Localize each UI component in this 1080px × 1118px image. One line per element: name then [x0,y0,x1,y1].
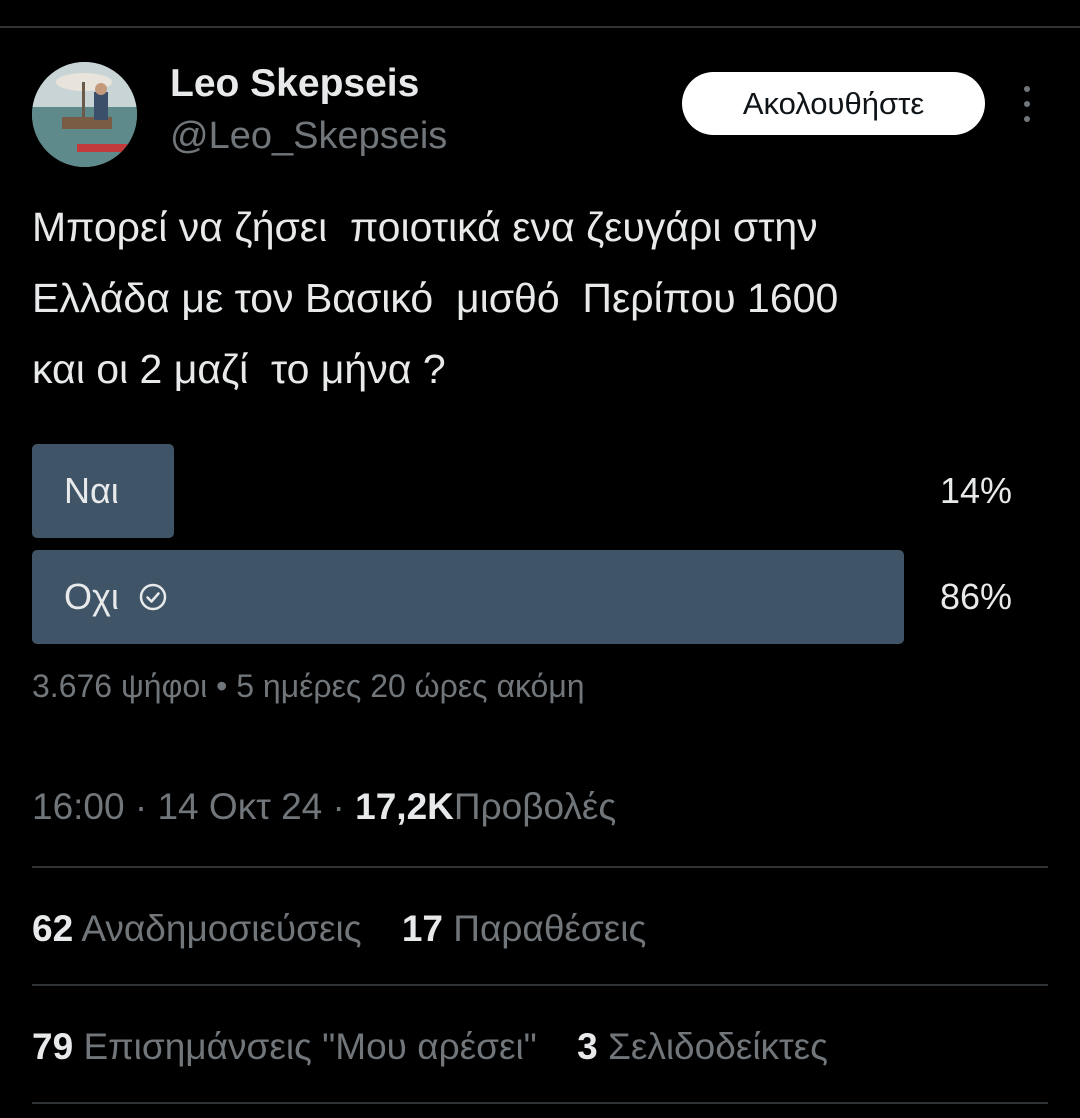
stats-row-reposts: 62 Αναδημοσιεύσεις 17 Παραθέσεις [32,908,676,950]
tweet-date[interactable]: 14 Οκτ 24 [157,786,322,827]
poll-option-label: Ναι [64,444,119,538]
poll-option-no: Οχι 86% [32,550,1046,644]
likes-count: 79 [32,1026,74,1067]
divider [32,984,1048,986]
bookmarks-stat[interactable]: 3 Σελιδοδείκτες [577,1026,828,1068]
likes-stat[interactable]: 79 Επισημάνσεις "Μου αρέσει" [32,1026,537,1068]
poll-option-yes-label: Ναι [64,470,119,511]
reposts-count: 62 [32,908,74,949]
reposts-stat[interactable]: 62 Αναδημοσιεύσεις [32,908,362,950]
tweet-meta: 16:00 · 14 Οκτ 24 · 17,2KΠροβολές [32,786,616,828]
poll-time-left: 5 ημέρες 20 ώρες ακόμη [236,668,585,704]
quotes-count: 17 [401,908,443,949]
meta-dot: · [332,786,345,827]
follow-button[interactable]: Ακολουθήστε [682,72,985,135]
poll-meta: 3.676 ψήφοι • 5 ημέρες 20 ώρες ακόμη [32,668,585,705]
views-label: Προβολές [453,786,617,827]
poll-option-yes: Ναι 14% [32,444,1046,538]
check-circle-icon [139,583,167,611]
poll-option-no-label: Οχι [64,576,119,617]
poll-votes: 3.676 ψήφοι [32,668,208,704]
poll-separator: • [216,668,228,704]
views-count: 17,2K [355,786,454,827]
likes-label: Επισημάνσεις "Μου αρέσει" [83,1026,537,1067]
bookmarks-count: 3 [577,1026,598,1067]
divider [32,866,1048,868]
divider [32,1102,1048,1104]
poll-percent-yes: 14% [939,470,1012,511]
avatar[interactable] [32,62,137,167]
top-divider [0,26,1080,28]
tweet-text: Μπορεί να ζήσει ποιοτικά ενα ζευγάρι στη… [32,204,839,392]
quotes-label: Παραθέσεις [453,908,647,949]
author-name[interactable]: Leo Skepseis [170,62,419,106]
profile-photo-icon [32,62,137,167]
more-vertical-icon[interactable] [1014,86,1040,122]
meta-dot: · [134,786,148,827]
tweet-time[interactable]: 16:00 [32,786,125,827]
poll-percent-no: 86% [939,576,1012,617]
author-handle[interactable]: @Leo_Skepseis [170,115,447,158]
stats-row-likes: 79 Επισημάνσεις "Μου αρέσει" 3 Σελιδοδεί… [32,1026,858,1068]
poll-option-label: Οχι [64,550,169,644]
reposts-label: Αναδημοσιεύσεις [81,908,362,949]
bookmarks-label: Σελιδοδείκτες [607,1026,828,1067]
quotes-stat[interactable]: 17 Παραθέσεις [402,908,646,950]
